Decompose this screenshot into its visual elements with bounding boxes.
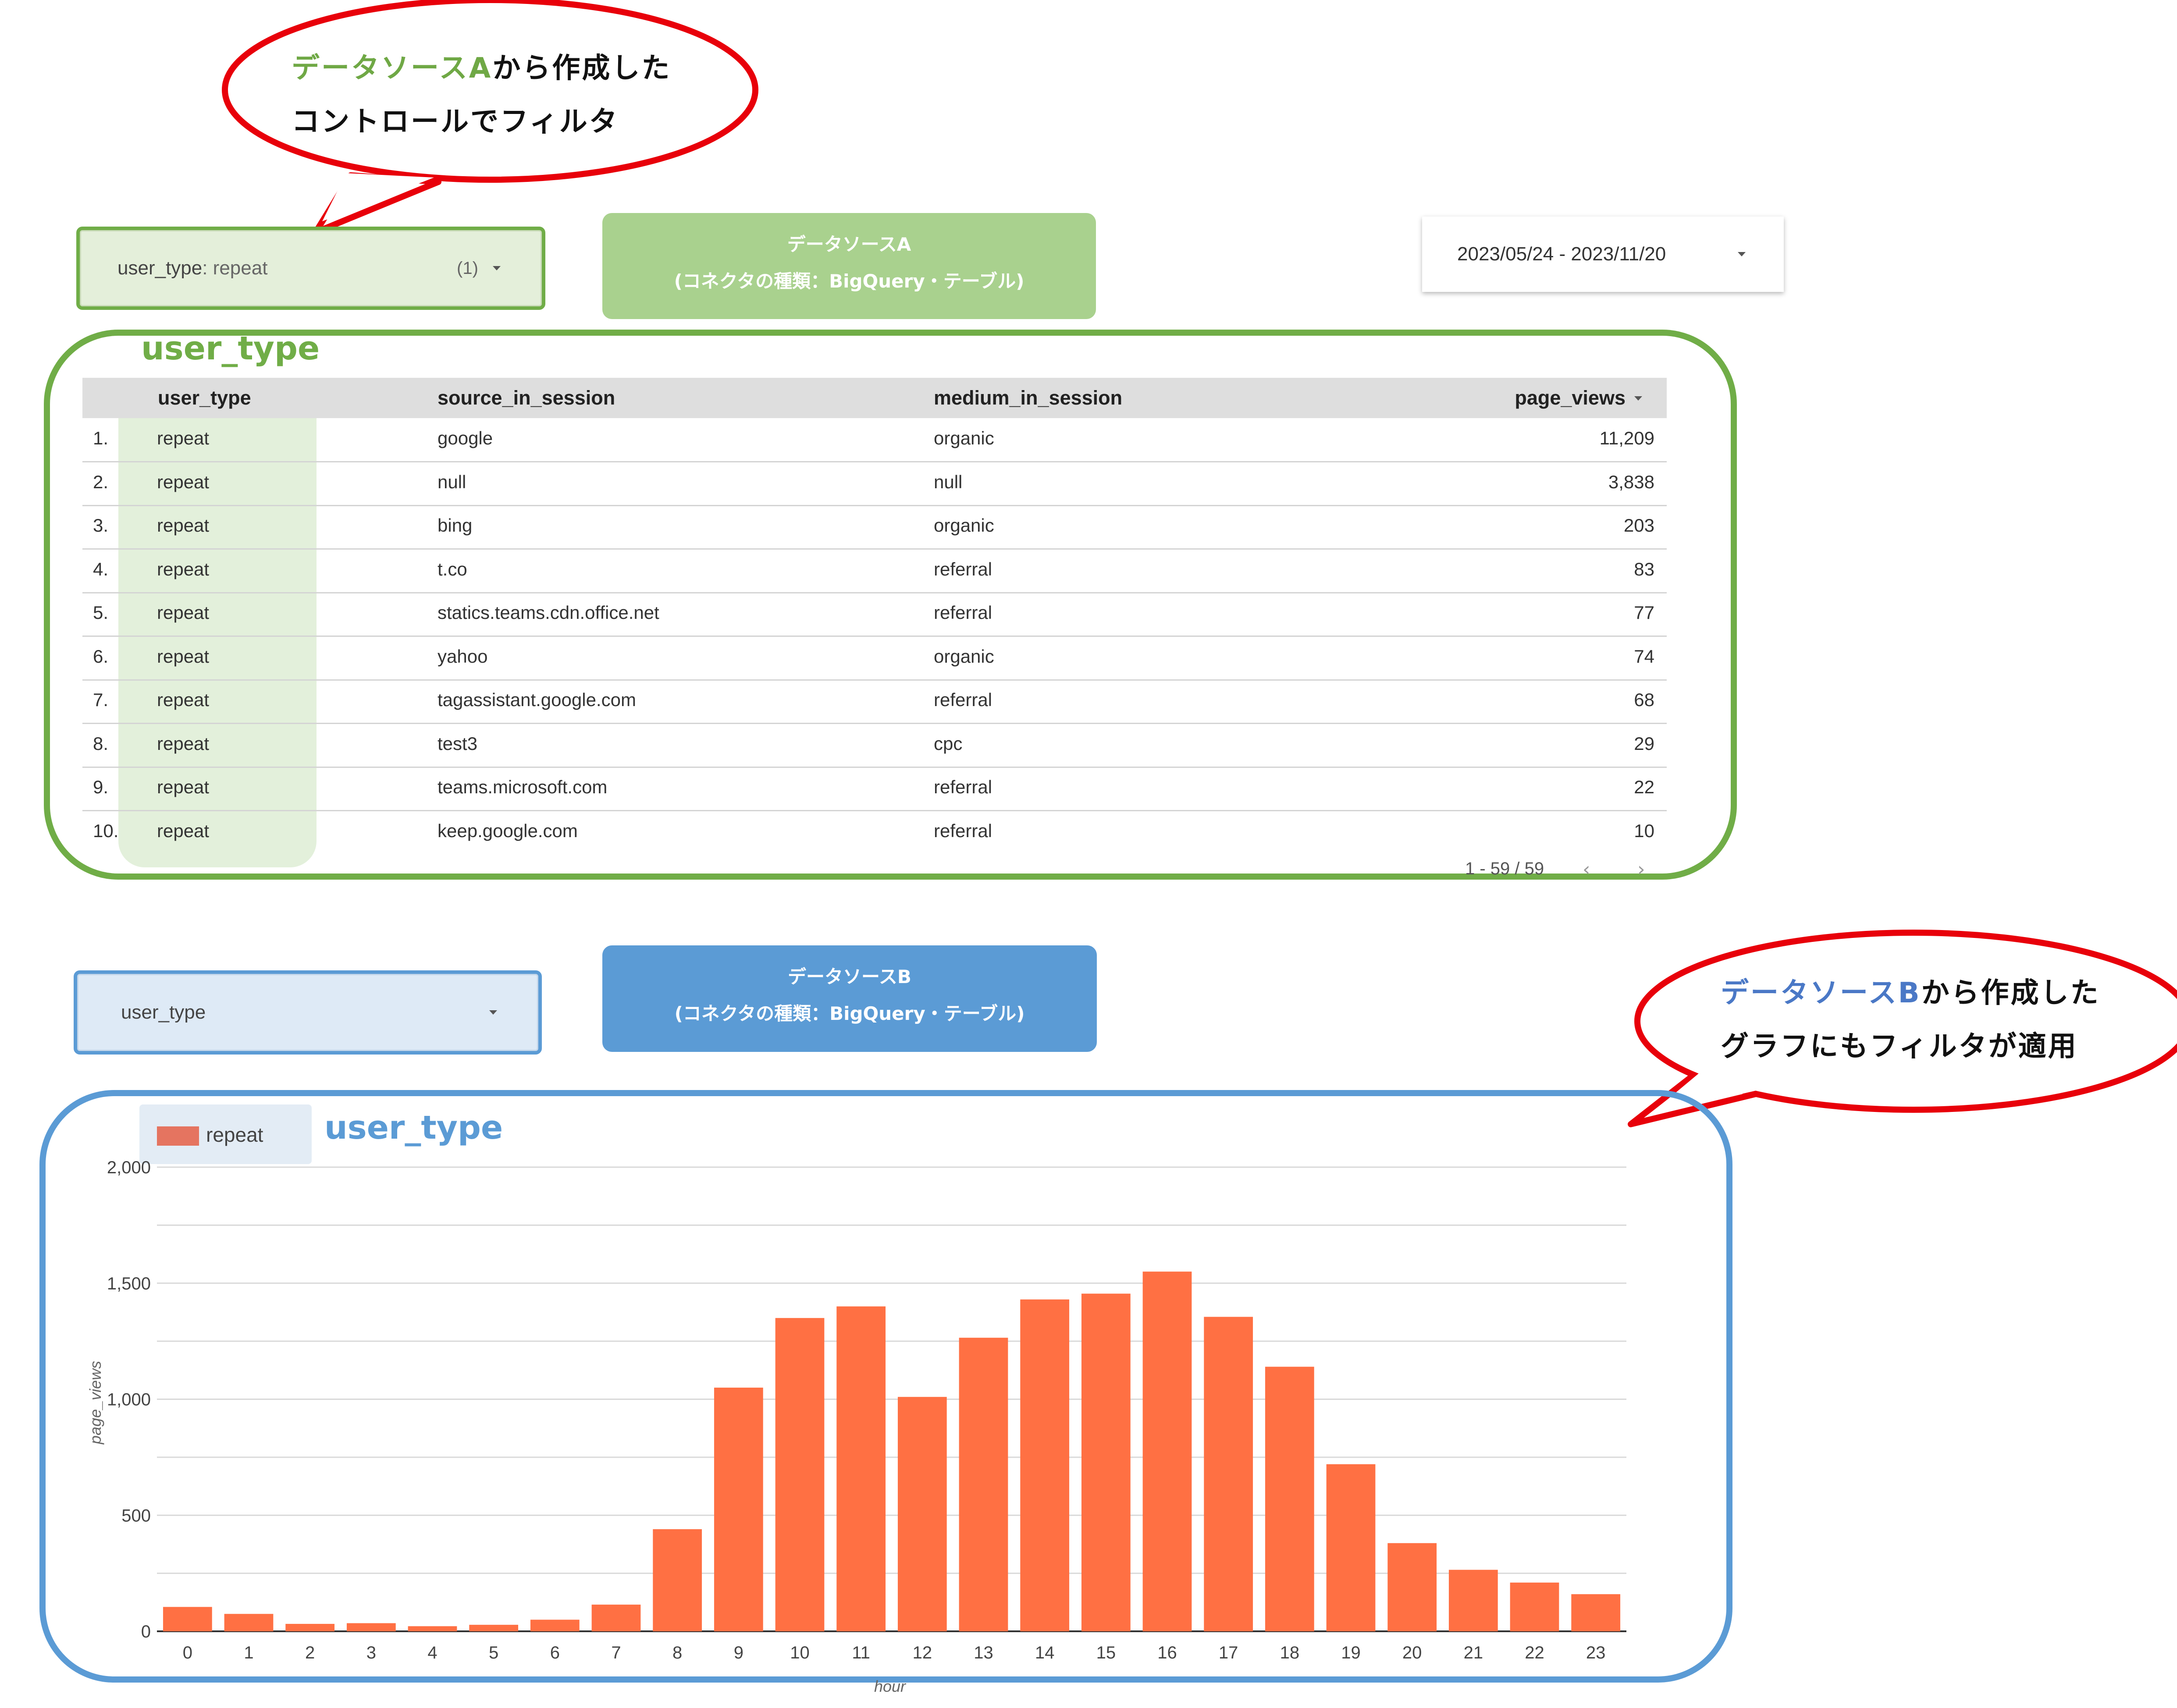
legend-label: repeat [206,1123,263,1146]
chart-legend[interactable]: repeat [139,1104,312,1164]
callout-b-line1: から作成した [1921,977,2100,1009]
legend-swatch [157,1126,199,1146]
callout-b-line2: グラフにもフィルタが適用 [1721,1030,2078,1063]
chart-section-label: user_type [324,1109,503,1147]
chart-frame [39,1090,1732,1683]
callout-b-accent: データソースB [1721,977,1921,1009]
callout-b-text: データソースBから作成した グラフにもフィルタが適用 [1721,966,2100,1073]
